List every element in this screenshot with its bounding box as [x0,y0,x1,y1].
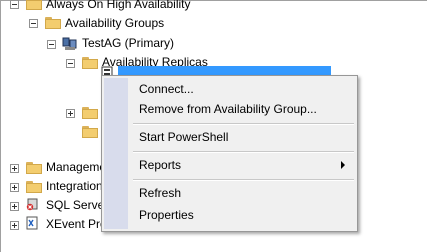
expand-toggle-sql-server-agent[interactable] [10,202,19,211]
collapse-toggle-availability-replicas[interactable] [66,59,75,68]
expand-toggle-management[interactable] [10,164,19,173]
menu-item-connect[interactable]: Connect... [105,79,355,99]
collapse-toggle-always-on[interactable] [10,0,19,9]
expand-toggle-hidden-node-1[interactable] [66,109,75,118]
tree-node-testag[interactable]: TestAG (Primary) [82,36,174,50]
folder-icon [45,17,61,29]
folder-icon [26,0,42,10]
menu-item-label: Connect... [139,82,194,96]
menu-separator [133,179,354,181]
xevent-profiler-icon [26,216,38,230]
menu-item-label: Reports [139,158,182,172]
folder-icon [82,126,98,138]
tree-node-xevent-profiler[interactable]: XEvent Pro [46,217,107,231]
submenu-arrow-icon [341,161,345,169]
tree-node-availability-groups[interactable]: Availability Groups [65,16,164,30]
menu-item-label: Start PowerShell [139,130,229,144]
availability-group-icon [62,37,77,50]
tree-node-integration[interactable]: Integration [46,179,103,193]
tree-node-management[interactable]: Manageme [46,160,106,174]
sql-agent-icon [26,198,38,211]
menu-item-label: Remove from Availability Group... [139,102,317,116]
menu-item-reports[interactable]: Reports [105,155,355,175]
folder-icon [26,181,42,193]
tree-node-always-on[interactable]: Always On High Availability [46,0,191,11]
expand-toggle-xevent-profiler[interactable] [10,221,19,230]
collapse-toggle-availability-groups[interactable] [29,19,38,28]
menu-item-label: Refresh [139,186,182,200]
expand-toggle-integration[interactable] [10,183,19,192]
folder-icon [82,57,98,69]
tree-node-sql-server-agent[interactable]: SQL Server [46,198,108,212]
folder-icon [26,162,42,174]
collapse-toggle-testag[interactable] [47,40,56,49]
menu-item-refresh[interactable]: Refresh [105,183,355,203]
menu-item-properties[interactable]: Properties [105,205,355,225]
menu-separator [133,151,354,153]
menu-item-start-powershell[interactable]: Start PowerShell [105,127,355,147]
menu-item-remove-from-ag[interactable]: Remove from Availability Group... [105,99,355,119]
menu-separator [133,123,354,125]
menu-item-label: Properties [139,208,194,222]
context-menu: Connect... Remove from Availability Grou… [101,75,358,232]
folder-icon [82,107,98,119]
